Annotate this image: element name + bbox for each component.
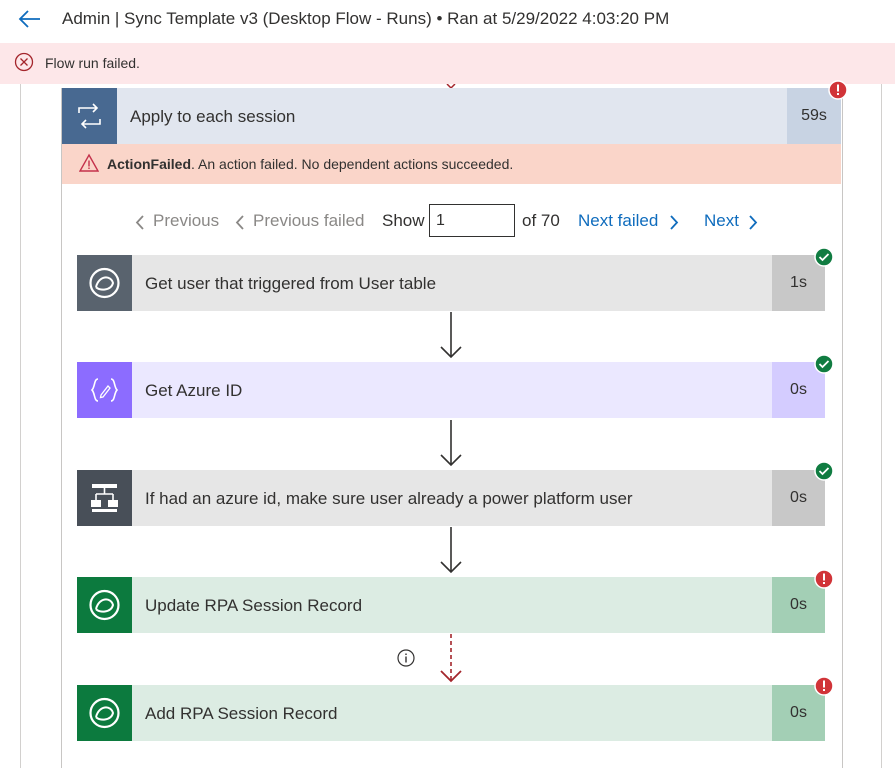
action-card[interactable]: Update RPA Session Record 0s (77, 577, 825, 633)
total-iterations: of 70 (522, 211, 560, 230)
page-title: Admin | Sync Template v3 (Desktop Flow -… (62, 9, 670, 28)
success-check-icon (814, 247, 834, 267)
chevron-right-icon (749, 215, 758, 230)
action-label: Get Azure ID (145, 381, 243, 400)
error-code: ActionFailed (107, 156, 192, 172)
dataverse-icon (77, 685, 132, 741)
error-text: . An action failed. No dependent actions… (191, 156, 514, 172)
success-check-icon (814, 461, 834, 481)
connector-arrow-icon (440, 527, 462, 574)
next-failed-button[interactable]: Next failed (578, 211, 658, 235)
action-failed-message: ActionFailed. An action failed. No depen… (107, 156, 513, 172)
previous-failed-button[interactable]: Previous failed (253, 211, 365, 235)
iteration-input[interactable] (429, 204, 515, 237)
action-card[interactable]: Get Azure ID 0s (77, 362, 825, 418)
action-label: Update RPA Session Record (145, 596, 363, 615)
scope-border-left (20, 84, 21, 768)
show-label: Show (382, 211, 425, 230)
action-card[interactable]: If had an azure id, make sure user alrea… (77, 470, 825, 526)
back-arrow-icon[interactable] (16, 8, 42, 30)
chevron-left-icon (235, 215, 244, 230)
connector-arrow-icon (440, 420, 462, 467)
action-label: Add RPA Session Record (145, 704, 338, 723)
apply-to-each-title: Apply to each session (130, 107, 296, 126)
connector-arrow-icon (440, 634, 462, 683)
loop-icon (62, 88, 117, 144)
next-button[interactable]: Next (704, 211, 739, 235)
chevron-right-icon (670, 215, 679, 230)
compose-icon (77, 362, 132, 418)
failed-status-icon (814, 569, 834, 589)
action-card[interactable]: Add RPA Session Record 0s (77, 685, 825, 741)
connector-arrow-icon (440, 312, 462, 359)
success-check-icon (814, 354, 834, 374)
action-label: If had an azure id, make sure user alrea… (145, 489, 633, 508)
scope-border-right (881, 84, 882, 768)
warning-icon (79, 153, 99, 172)
action-label: Get user that triggered from User table (145, 274, 437, 293)
action-card[interactable]: Get user that triggered from User table … (77, 255, 825, 311)
banner-message: Flow run failed. (45, 55, 140, 71)
info-icon[interactable] (396, 648, 416, 668)
failed-status-icon (814, 676, 834, 696)
previous-button[interactable]: Previous (153, 211, 219, 235)
header-bar: Admin | Sync Template v3 (Desktop Flow -… (0, 0, 895, 40)
chevron-left-icon (135, 215, 144, 230)
condition-icon (77, 470, 132, 526)
failed-status-icon (828, 80, 848, 100)
dataverse-icon (77, 255, 132, 311)
error-circle-icon (14, 52, 34, 72)
dataverse-icon (77, 577, 132, 633)
